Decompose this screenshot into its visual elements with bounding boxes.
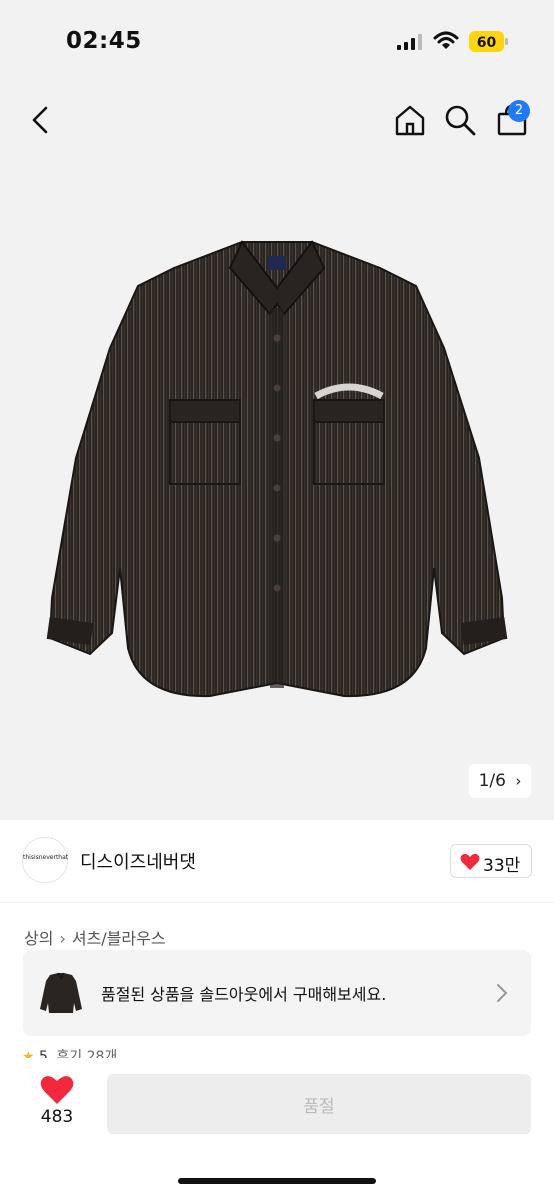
status-bar: 02:45 60 — [0, 0, 554, 80]
brand-like-button[interactable]: 33만 — [450, 844, 532, 878]
wifi-icon — [433, 31, 459, 49]
search-icon[interactable] — [442, 102, 478, 138]
heart-icon — [460, 853, 480, 870]
image-pager-label: 1/6 — [478, 771, 506, 791]
cellular-signal-icon — [397, 34, 422, 50]
breadcrumb-subcategory[interactable]: 셔츠/블라우스 — [72, 929, 166, 948]
buy-button[interactable]: 품절 — [107, 1074, 531, 1134]
brand-logo[interactable]: thisisneverthat — [22, 837, 68, 883]
brand-like-count: 33만 — [483, 856, 521, 876]
status-time: 02:45 — [66, 28, 142, 54]
soldout-product-thumbnail — [40, 972, 82, 1013]
product-image — [46, 240, 508, 698]
chevron-right-icon — [497, 984, 508, 1002]
soldout-banner-text: 품절된 상품을 솔드아웃에서 구매해보세요. — [101, 985, 387, 1004]
breadcrumb: 상의 › 셔츠/블라우스 — [24, 925, 166, 949]
image-pager[interactable]: 1/6 › — [469, 764, 531, 798]
back-chevron-icon[interactable] — [24, 102, 58, 138]
brand-logo-text: thisisneverthat — [23, 854, 69, 861]
brand-name[interactable]: 디스이즈네버댓 — [80, 848, 196, 874]
cart-count-badge: 2 — [508, 100, 530, 122]
home-icon[interactable] — [392, 102, 428, 138]
brand-row[interactable]: thisisneverthat 디스이즈네버댓 33만 — [0, 820, 554, 903]
soldout-banner[interactable]: 품절된 상품을 솔드아웃에서 구매해보세요. — [23, 950, 531, 1036]
battery-level: 60 — [477, 35, 497, 51]
heart-icon[interactable] — [40, 1074, 74, 1106]
breadcrumb-separator-icon: › — [59, 929, 66, 948]
home-indicator — [178, 1178, 376, 1184]
breadcrumb-category[interactable]: 상의 — [24, 929, 53, 948]
like-count: 483 — [40, 1107, 74, 1127]
chevron-right-icon: › — [515, 772, 522, 790]
battery-icon: 60 — [469, 31, 508, 52]
